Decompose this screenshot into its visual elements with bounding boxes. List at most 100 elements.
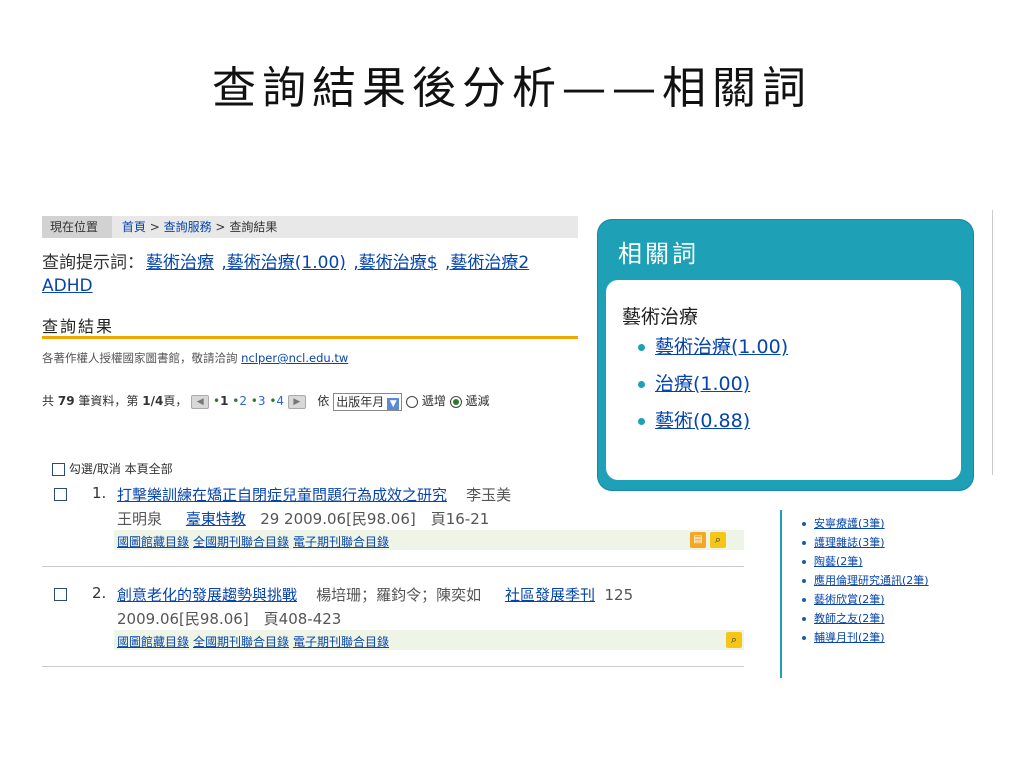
- record-tail: 2009.06[民98.06] 頁408-423: [117, 610, 342, 628]
- popup-body: 藝術治療 藝術治療(1.00) 治療(1.00) 藝術(0.88): [606, 280, 961, 480]
- rights-notice: 各著作權人授權國家圖書館，敬請洽詢 nclper@ncl.edu.tw: [42, 350, 348, 366]
- related-word-link[interactable]: 治療(1.00): [655, 373, 750, 395]
- record-authors: 楊培珊；羅鈞令；陳奕如: [316, 586, 482, 604]
- screenshot-panel: 現在位置 首頁 > 查詢服務 > 查詢結果 查詢提示詞： 藝術治療 ,藝術治療(1…: [42, 210, 994, 680]
- sidebar-item-label: 應用倫理研究通訊(2筆): [814, 574, 929, 587]
- divider: [42, 336, 578, 339]
- sidebar-item[interactable]: 護理雜誌(3筆): [802, 533, 929, 552]
- sort-select-value: 出版年月: [336, 394, 385, 409]
- bullet-icon: [638, 344, 645, 351]
- pager: 共 79 筆資料，第 1/4頁， ◀ •1 •2 •3 •4 ▶ 依 出版年月 ▼…: [42, 392, 490, 411]
- breadcrumb-separator: >: [149, 220, 160, 234]
- breadcrumb-result: 查詢結果: [229, 220, 278, 234]
- record-line: 2009.06[民98.06] 頁408-423: [117, 608, 341, 629]
- record-line: 打擊樂訓練在矯正自閉症兒童問題行為成效之研究 李玉美: [117, 484, 511, 505]
- hint-term[interactable]: ,藝術治療2: [445, 253, 529, 273]
- divider: [42, 566, 744, 567]
- sidebar-list: 安寧療護(3筆) 護理雜誌(3筆) 陶藝(2筆) 應用倫理研究通訊(2筆) 藝術…: [802, 514, 929, 647]
- select-all-checkbox[interactable]: [52, 463, 65, 476]
- slide-title: 查詢結果後分析——相關詞: [212, 63, 812, 114]
- catalog-links: 國圖館藏目錄 全國期刊聯合目錄 電子期刊聯合目錄: [117, 633, 393, 650]
- catalog-link[interactable]: 國圖館藏目錄: [117, 535, 189, 549]
- rights-email-link[interactable]: nclper@ncl.edu.tw: [241, 351, 348, 365]
- document-icon[interactable]: ▤: [690, 532, 706, 548]
- record-line: 創意老化的發展趨勢與挑戰 楊培珊；羅鈞令；陳奕如 社區發展季刊 125: [117, 584, 633, 605]
- record-title-link[interactable]: 創意老化的發展趨勢與挑戰: [117, 586, 297, 604]
- related-word-item[interactable]: 藝術治療(1.00): [638, 332, 788, 359]
- catalog-link[interactable]: 全國期刊聯合目錄: [193, 635, 289, 649]
- record-number: 1.: [92, 484, 107, 502]
- related-words-list: 藝術治療(1.00) 治療(1.00) 藝術(0.88): [638, 332, 788, 443]
- related-word-link[interactable]: 藝術(0.88): [655, 410, 750, 432]
- related-word-item[interactable]: 治療(1.00): [638, 369, 788, 396]
- divider: [992, 210, 993, 475]
- page-link[interactable]: 2: [239, 394, 247, 408]
- record-volume: 125: [604, 586, 634, 604]
- record-line: 王明泉 臺東特教 29 2009.06[民98.06] 頁16-21: [117, 508, 489, 529]
- prev-page-icon[interactable]: ◀: [191, 394, 210, 409]
- hint-term-adhd[interactable]: ADHD: [42, 276, 93, 296]
- catalog-link[interactable]: 電子期刊聯合目錄: [293, 635, 389, 649]
- divider: [42, 666, 744, 667]
- record-journal-link[interactable]: 社區發展季刊: [505, 586, 595, 604]
- select-all: 勾選/取消 本頁全部: [52, 460, 173, 477]
- sidebar-item-label: 藝術欣賞(2筆): [814, 593, 885, 606]
- page-link-current: 1: [220, 394, 229, 408]
- sidebar-item[interactable]: 應用倫理研究通訊(2筆): [802, 571, 929, 590]
- hint-term[interactable]: ,藝術治療(1.00): [221, 253, 346, 273]
- sidebar-item-label: 教師之友(2筆): [814, 612, 885, 625]
- query-hint: 查詢提示詞： 藝術治療 ,藝術治療(1.00) ,藝術治療$ ,藝術治療2: [42, 248, 529, 273]
- search-icon[interactable]: ⌕: [726, 632, 742, 648]
- sidebar-item[interactable]: 安寧療護(3筆): [802, 514, 929, 533]
- breadcrumb-current-location: 現在位置: [42, 216, 113, 238]
- bullet-icon: [638, 418, 645, 425]
- hint-term[interactable]: 藝術治療: [146, 253, 214, 273]
- sidebar-item[interactable]: 陶藝(2筆): [802, 552, 929, 571]
- select-all-label: 勾選/取消 本頁全部: [68, 462, 173, 476]
- breadcrumb-service[interactable]: 查詢服務: [164, 220, 212, 234]
- record-title-link[interactable]: 打擊樂訓練在矯正自閉症兒童問題行為成效之研究: [117, 486, 447, 504]
- pager-mid: 筆資料，第: [78, 394, 139, 408]
- hint-term[interactable]: ,藝術治療$: [353, 253, 437, 273]
- related-word-item[interactable]: 藝術(0.88): [638, 406, 788, 433]
- radio-ascending[interactable]: [406, 395, 419, 408]
- popup-title: 相關詞: [618, 240, 699, 268]
- record-authors: 李玉美: [466, 486, 512, 504]
- catalog-link[interactable]: 電子期刊聯合目錄: [293, 535, 389, 549]
- pager-prefix: 共: [42, 394, 55, 408]
- sidebar-border: [780, 510, 782, 678]
- record-checkbox[interactable]: [54, 488, 67, 501]
- sort-label: 依: [317, 394, 330, 408]
- breadcrumb-home[interactable]: 首頁: [122, 220, 146, 234]
- page-link[interactable]: 3: [258, 394, 266, 408]
- radio-ascending-label: 遞增: [421, 394, 446, 408]
- results-heading: 查詢結果: [42, 317, 115, 336]
- sidebar-item[interactable]: 藝術欣賞(2筆): [802, 590, 929, 609]
- total-count: 79: [57, 394, 75, 408]
- page-link[interactable]: 4: [276, 394, 284, 408]
- catalog-link[interactable]: 國圖館藏目錄: [117, 635, 189, 649]
- record-journal-link[interactable]: 臺東特教: [186, 510, 246, 528]
- sidebar-item-label: 陶藝(2筆): [814, 555, 863, 568]
- rights-text: 各著作權人授權國家圖書館，敬請洽詢: [42, 351, 238, 365]
- radio-descending-label: 遞減: [465, 394, 490, 408]
- sidebar-item[interactable]: 輔導月刊(2筆): [802, 628, 929, 647]
- sidebar-item[interactable]: 教師之友(2筆): [802, 609, 929, 628]
- related-word-link[interactable]: 藝術治療(1.00): [655, 336, 788, 358]
- sidebar-item-label: 護理雜誌(3筆): [814, 536, 885, 549]
- pager-suffix: 頁，: [163, 394, 188, 408]
- next-page-icon[interactable]: ▶: [287, 394, 306, 409]
- catalog-link[interactable]: 全國期刊聯合目錄: [193, 535, 289, 549]
- breadcrumb: 現在位置 首頁 > 查詢服務 > 查詢結果: [42, 216, 578, 238]
- search-icon[interactable]: ⌕: [710, 532, 726, 548]
- query-hint-label: 查詢提示詞：: [42, 253, 144, 273]
- record-checkbox[interactable]: [54, 588, 67, 601]
- chevron-down-icon: ▼: [387, 397, 400, 410]
- related-words-popup: 相關詞 藝術治療 藝術治療(1.00) 治療(1.00) 藝術(0.88): [598, 220, 973, 490]
- radio-descending[interactable]: [449, 395, 462, 408]
- page-indicator: 1/4: [142, 394, 164, 408]
- bullet-icon: [638, 381, 645, 388]
- sort-select[interactable]: 出版年月 ▼: [333, 392, 403, 411]
- sidebar-item-label: 輔導月刊(2筆): [814, 631, 885, 644]
- catalog-links: 國圖館藏目錄 全國期刊聯合目錄 電子期刊聯合目錄: [117, 533, 393, 550]
